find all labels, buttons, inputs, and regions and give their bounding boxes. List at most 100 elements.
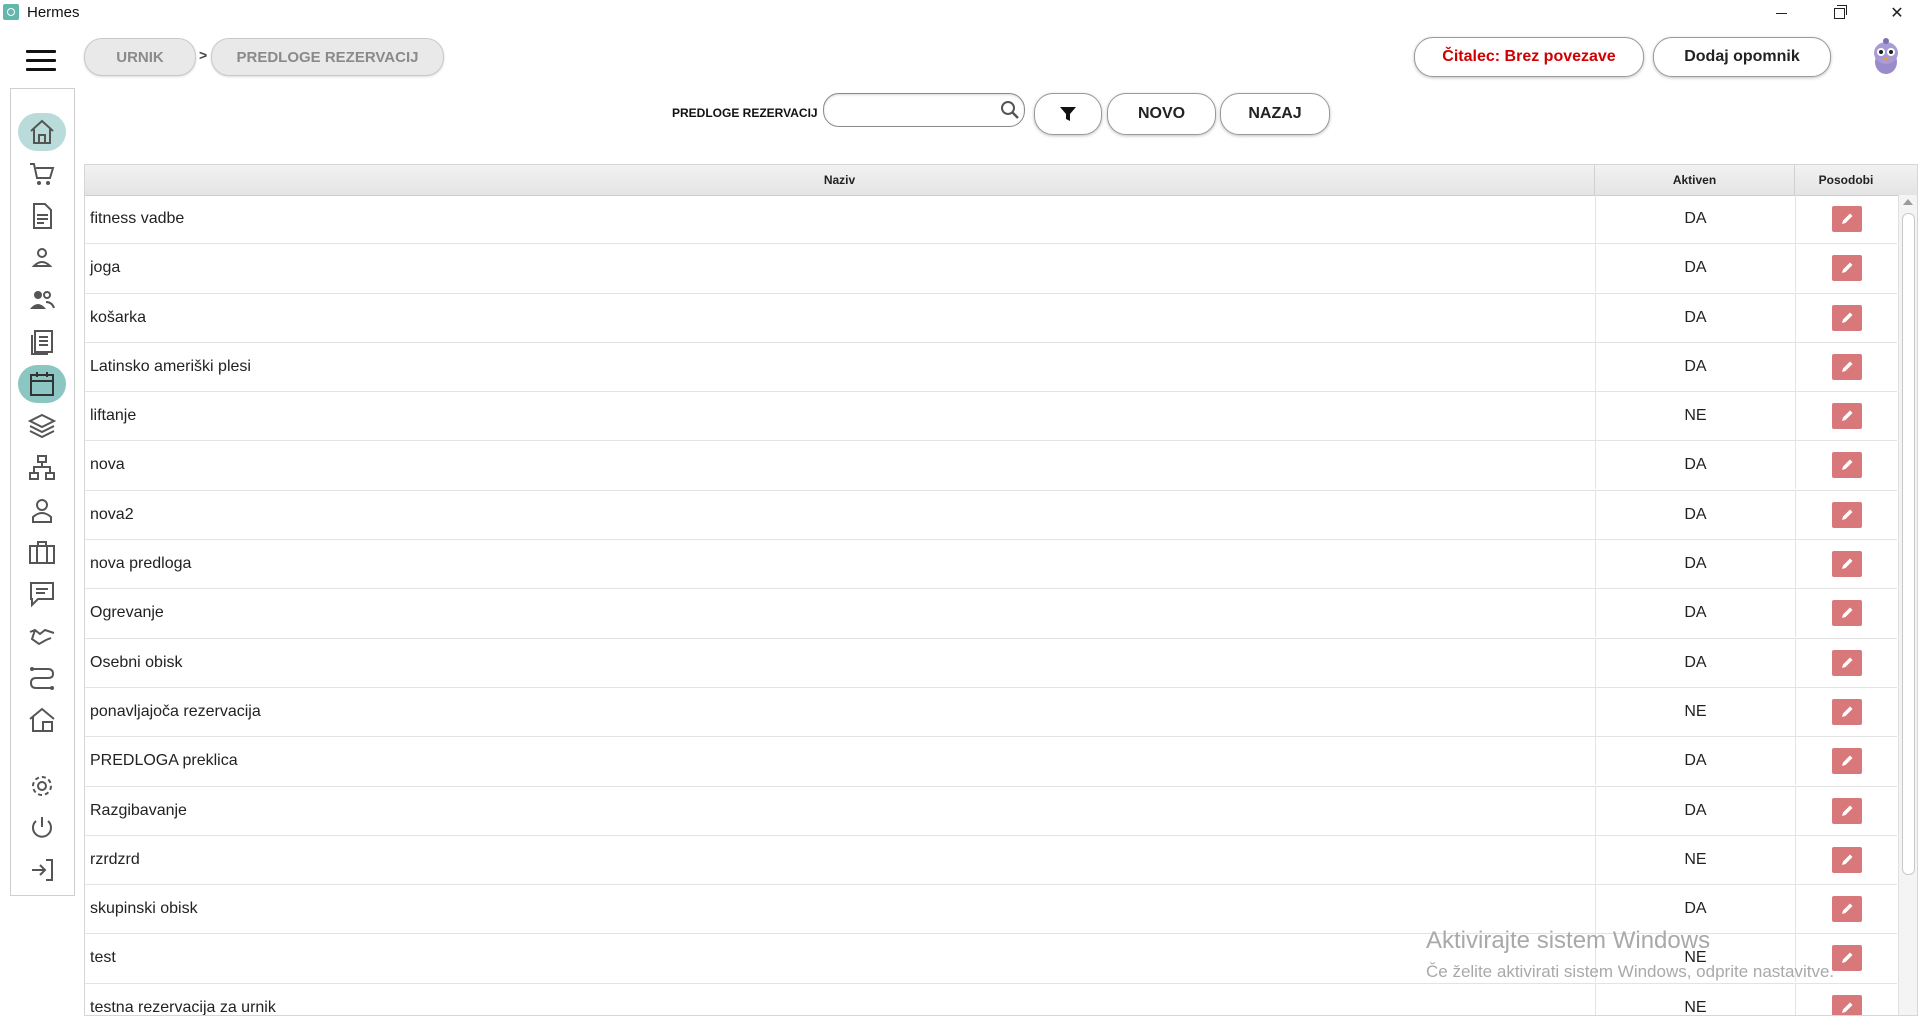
filter-button[interactable] [1034, 93, 1102, 135]
pencil-icon [1842, 755, 1853, 767]
sidebar-item-lists[interactable] [18, 323, 66, 361]
sidebar-item-user[interactable] [18, 239, 66, 277]
table-row[interactable]: ponavljajoča rezervacija NE [85, 687, 1897, 738]
scroll-thumb[interactable] [1902, 213, 1915, 875]
cell-aktiven: DA [1595, 195, 1795, 243]
cell-aktiven: NE [1595, 392, 1795, 441]
pencil-icon [1842, 952, 1853, 964]
cell-aktiven: NE [1595, 835, 1795, 884]
sidebar-item-facility[interactable] [18, 701, 66, 739]
column-header-naziv[interactable]: Naziv [85, 165, 1595, 195]
search-input[interactable] [836, 99, 990, 121]
edit-button[interactable] [1832, 698, 1862, 725]
table-row[interactable]: košarka DA [85, 293, 1898, 343]
edit-button[interactable] [1832, 896, 1862, 923]
table-row[interactable]: nova DA [85, 441, 1897, 491]
table-row[interactable]: joga DA [85, 244, 1897, 294]
cell-naziv: nova2 [90, 505, 134, 523]
table-row[interactable]: nova2 DA [85, 490, 1897, 541]
avatar[interactable] [1866, 37, 1906, 77]
edit-button[interactable] [1832, 206, 1862, 232]
sidebar-item-users[interactable] [18, 281, 66, 319]
edit-button[interactable] [1832, 748, 1862, 775]
edit-button[interactable] [1832, 403, 1862, 430]
table-row[interactable]: Razgibavanje DA [85, 786, 1897, 836]
table-row[interactable]: nova predloga DA [85, 540, 1897, 590]
cell-naziv: Osebni obisk [90, 653, 183, 671]
column-header-aktiven[interactable]: Aktiven [1595, 165, 1795, 195]
edit-button[interactable] [1832, 304, 1862, 331]
sidebar-item-layers[interactable] [18, 407, 66, 445]
edit-button[interactable] [1832, 551, 1862, 578]
minimize-icon [1775, 12, 1787, 14]
breadcrumb-predloge-rezervacij[interactable]: PREDLOGE REZERVACIJ [211, 38, 444, 76]
app-title: Hermes [27, 4, 80, 21]
filter-icon [1060, 107, 1076, 121]
sidebar-item-partners[interactable] [18, 617, 66, 655]
sidebar-item-calendar[interactable] [18, 365, 66, 403]
users-icon [30, 291, 55, 309]
table-row[interactable]: testna rezervacija za urnik NE [85, 983, 1898, 1015]
pencil-icon [1842, 213, 1853, 224]
user-icon [31, 248, 53, 267]
cell-naziv: test [90, 949, 116, 967]
edit-button[interactable] [1832, 600, 1862, 627]
cell-posodobi [1795, 342, 1898, 391]
edit-button[interactable] [1832, 797, 1862, 824]
edit-button[interactable] [1832, 255, 1862, 282]
sidebar-item-staff[interactable] [18, 491, 66, 529]
sidebar-item-home[interactable] [18, 113, 66, 151]
add-reminder-button[interactable]: Dodaj opomnik [1653, 37, 1831, 77]
cell-posodobi [1795, 983, 1898, 1015]
cell-aktiven: DA [1595, 244, 1795, 293]
edit-button[interactable] [1832, 353, 1862, 380]
sidebar-item-routes[interactable] [18, 659, 66, 697]
sidebar-item-messages[interactable] [18, 575, 66, 613]
edit-button[interactable] [1832, 501, 1862, 528]
close-button[interactable]: ✕ [1868, 0, 1919, 26]
edit-button[interactable] [1832, 945, 1862, 972]
briefcase-icon [29, 541, 55, 564]
edit-button[interactable] [1832, 846, 1862, 873]
table-row[interactable]: rzrdzrd NE [85, 835, 1897, 886]
sidebar-item-business[interactable] [18, 533, 66, 571]
search-field[interactable] [823, 93, 1025, 127]
scroll-up-arrow[interactable] [1903, 199, 1913, 205]
pencil-icon [1842, 903, 1853, 915]
sidebar-item-power[interactable] [18, 809, 66, 847]
pencil-icon [1842, 657, 1853, 668]
table-row[interactable]: Latinsko ameriški plesi DA [85, 342, 1898, 393]
menu-toggle-button[interactable] [26, 50, 56, 72]
minimize-button[interactable] [1752, 0, 1810, 26]
edit-button[interactable] [1832, 452, 1862, 479]
back-button[interactable]: NAZAJ [1220, 93, 1330, 135]
cell-posodobi [1795, 293, 1898, 342]
table-row[interactable]: Ogrevanje DA [85, 589, 1897, 639]
maximize-button[interactable] [1810, 0, 1868, 26]
table-row[interactable]: PREDLOGA preklica DA [85, 737, 1897, 787]
sidebar-item-documents[interactable] [18, 197, 66, 235]
route-icon [29, 667, 55, 690]
table-row[interactable]: liftanje NE [85, 392, 1897, 442]
table-row[interactable]: fitness vadbe DA [85, 195, 1897, 245]
reader-status-button[interactable]: Čitalec: Brez povezave [1414, 37, 1644, 77]
edit-button[interactable] [1832, 649, 1862, 676]
vertical-scrollbar[interactable] [1898, 195, 1917, 1015]
pencil-icon [1842, 509, 1853, 520]
edit-button[interactable] [1832, 994, 1862, 1015]
sidebar-item-shop[interactable] [18, 155, 66, 193]
sidebar-item-logout[interactable] [18, 851, 66, 889]
sidebar-item-settings[interactable] [18, 767, 66, 805]
pencil-icon [1842, 312, 1853, 323]
cell-naziv: Ogrevanje [90, 604, 164, 622]
sidebar-item-structure[interactable] [18, 449, 66, 487]
new-button[interactable]: NOVO [1107, 93, 1216, 135]
search-icon[interactable] [1000, 100, 1020, 120]
gear-icon [32, 776, 52, 796]
restore-icon [1833, 4, 1847, 19]
breadcrumb-urnik[interactable]: URNIK [84, 38, 196, 76]
table-row[interactable]: Osebni obisk DA [85, 638, 1897, 688]
sidebar [10, 88, 75, 896]
logout-icon [32, 859, 53, 881]
cell-naziv: nova predloga [90, 555, 192, 573]
